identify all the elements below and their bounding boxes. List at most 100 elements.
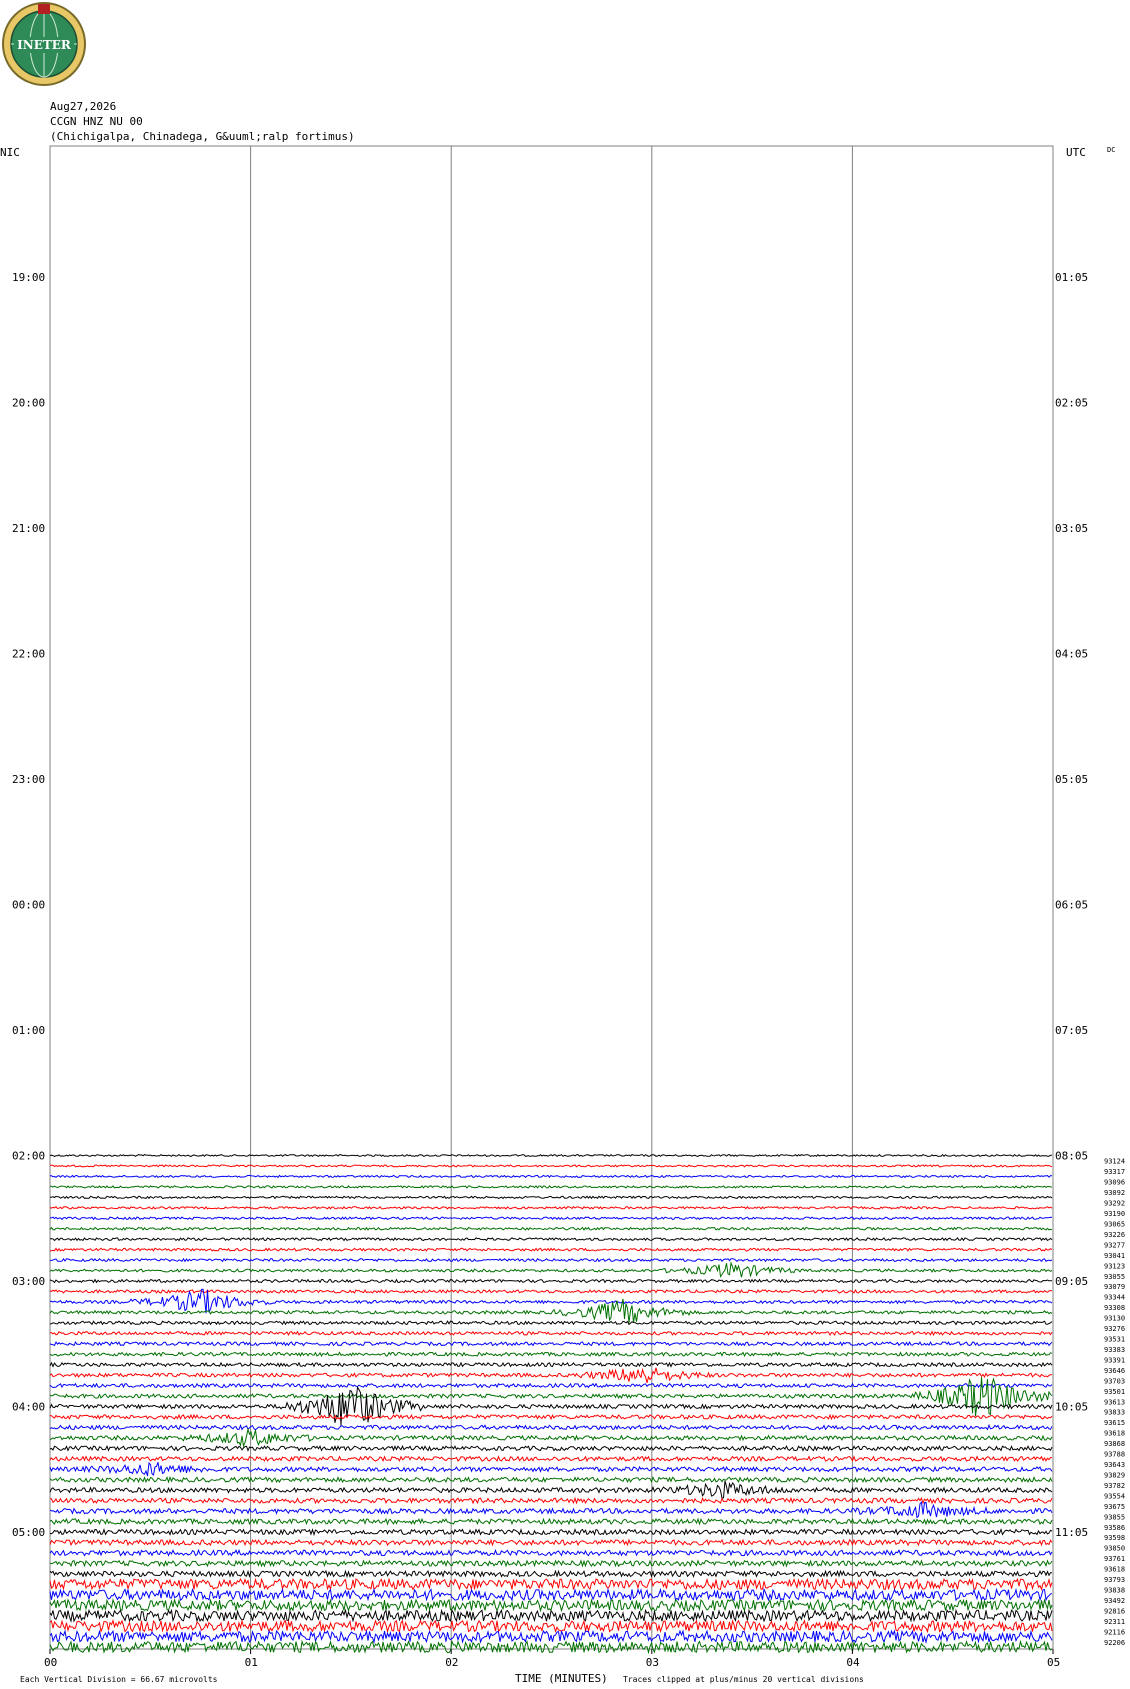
seismic-trace — [49, 1153, 1053, 1158]
x-tick-label: 05 — [1047, 1656, 1060, 1669]
trace-value-label: 93226 — [1104, 1231, 1125, 1239]
left-hour-label: 02:00 — [12, 1150, 45, 1163]
seismic-trace — [49, 1261, 1053, 1278]
plot-date: Aug27,2026 — [50, 100, 116, 113]
trace-value-label: 93531 — [1104, 1336, 1125, 1344]
trace-value-label: 93055 — [1104, 1273, 1125, 1281]
trace-value-label: 93703 — [1104, 1377, 1125, 1385]
seismic-trace — [49, 1639, 1053, 1655]
seismic-traces — [49, 1153, 1053, 1655]
left-axis-label: NIC — [0, 146, 20, 159]
trace-value-label: 93646 — [1104, 1367, 1125, 1375]
seismic-trace — [50, 1195, 1053, 1200]
seismic-trace — [49, 1461, 1053, 1477]
seismic-trace — [49, 1587, 1053, 1602]
trace-value-label: 93643 — [1104, 1461, 1125, 1469]
trace-value-label: 93675 — [1104, 1503, 1125, 1511]
trace-value-label: 93613 — [1104, 1398, 1125, 1406]
trace-value-label: 93292 — [1104, 1200, 1125, 1208]
right-hour-label: 05:05 — [1055, 773, 1088, 786]
ineter-logo: INETER — [2, 2, 86, 86]
seismic-trace — [49, 1538, 1053, 1547]
hour-labels: 19:00 01:05 20:00 02:05 21:00 03:05 22:00 04:05… — [12, 271, 1088, 1539]
left-hour-label: 05:00 — [12, 1526, 45, 1539]
scale-note: Each Vertical Division = 66.67 microvolt… — [20, 1675, 218, 1684]
trace-value-label: 93124 — [1104, 1158, 1125, 1166]
trace-value-label: 93041 — [1104, 1252, 1125, 1260]
x-tick-label: 00 — [44, 1656, 57, 1669]
seismic-trace — [49, 1548, 1053, 1557]
seismic-trace — [49, 1475, 1053, 1484]
seismic-trace — [49, 1517, 1053, 1526]
right-hour-label: 03:05 — [1055, 522, 1088, 535]
seismic-trace — [49, 1423, 1053, 1431]
left-hour-label: 01:00 — [12, 1024, 45, 1037]
seismic-trace — [49, 1341, 1053, 1347]
trace-value-label: 93554 — [1104, 1492, 1125, 1500]
trace-value-label: 93618 — [1104, 1430, 1125, 1438]
seismic-trace — [49, 1480, 1053, 1499]
plot-frame — [49, 145, 1054, 1650]
logo-text: INETER — [17, 38, 72, 52]
trace-value-label: 93782 — [1104, 1482, 1125, 1490]
left-hour-label: 04:00 — [12, 1401, 45, 1414]
station-code: CCGN HNZ NU 00 — [50, 115, 143, 128]
seismic-trace — [49, 1320, 1053, 1326]
right-hour-label: 11:05 — [1055, 1526, 1088, 1539]
seismic-trace — [49, 1367, 1053, 1384]
seismic-trace — [49, 1577, 1053, 1592]
right-hour-label: 06:05 — [1055, 899, 1088, 912]
x-tick-label: 01 — [245, 1656, 258, 1669]
right-hour-label: 07:05 — [1055, 1024, 1088, 1037]
seismic-trace — [50, 1247, 1053, 1252]
seismic-trace — [49, 1455, 1052, 1463]
trace-value-label: 93308 — [1104, 1304, 1125, 1312]
trace-value-label: 92311 — [1104, 1618, 1125, 1626]
left-hour-label: 22:00 — [12, 648, 45, 661]
left-hour-label: 03:00 — [12, 1275, 45, 1288]
seismic-trace — [49, 1226, 1053, 1231]
seismic-trace — [49, 1351, 1053, 1358]
trace-value-label: 93276 — [1104, 1325, 1125, 1333]
seismic-trace — [49, 1174, 1053, 1179]
seismic-trace — [49, 1278, 1052, 1284]
seismic-trace — [49, 1361, 1053, 1368]
left-hour-label: 00:00 — [12, 899, 45, 912]
trace-value-label: 93761 — [1104, 1555, 1125, 1563]
trace-value-label: 93838 — [1104, 1587, 1125, 1595]
station-location: (Chichigalpa, Chinadega, G&uuml;ralp for… — [50, 130, 355, 143]
x-tick-label: 04 — [846, 1656, 860, 1669]
right-hour-label: 02:05 — [1055, 397, 1088, 410]
seismic-trace — [49, 1629, 1053, 1645]
clip-note: Traces clipped at plus/minus 20 vertical… — [623, 1675, 864, 1684]
right-hour-label: 04:05 — [1055, 648, 1088, 661]
trace-value-label: 92116 — [1104, 1628, 1125, 1636]
trace-value-label: 93096 — [1104, 1179, 1125, 1187]
trace-value-label: 93079 — [1104, 1283, 1125, 1291]
trace-value-label: 93788 — [1104, 1451, 1125, 1459]
seismic-trace — [49, 1413, 1053, 1421]
trace-value-label: 93190 — [1104, 1210, 1125, 1218]
seismic-trace — [49, 1216, 1053, 1221]
seismic-trace — [49, 1608, 1053, 1623]
seismic-trace — [49, 1619, 1053, 1634]
trace-value-label: 92816 — [1104, 1607, 1125, 1615]
x-tick-label: 03 — [646, 1656, 659, 1669]
trace-value-label: 93391 — [1104, 1356, 1125, 1364]
left-hour-label: 23:00 — [12, 773, 45, 786]
seismic-trace — [49, 1597, 1053, 1613]
seismic-trace — [49, 1237, 1053, 1242]
seismic-trace — [49, 1501, 1053, 1519]
trace-value-label: 93829 — [1104, 1471, 1125, 1479]
trace-value-label: 93092 — [1104, 1189, 1125, 1197]
seismic-trace — [49, 1382, 1053, 1389]
seismic-trace — [50, 1330, 1053, 1337]
seismic-trace — [49, 1496, 1053, 1505]
trace-value-label: 93065 — [1104, 1220, 1125, 1228]
right-hour-label: 09:05 — [1055, 1275, 1088, 1288]
trace-value-label: 93855 — [1104, 1513, 1125, 1521]
trace-value-label: 93586 — [1104, 1524, 1125, 1532]
right-hour-label: 01:05 — [1055, 271, 1088, 284]
trace-value-label: 93130 — [1104, 1315, 1125, 1323]
seismic-trace — [50, 1164, 1053, 1168]
